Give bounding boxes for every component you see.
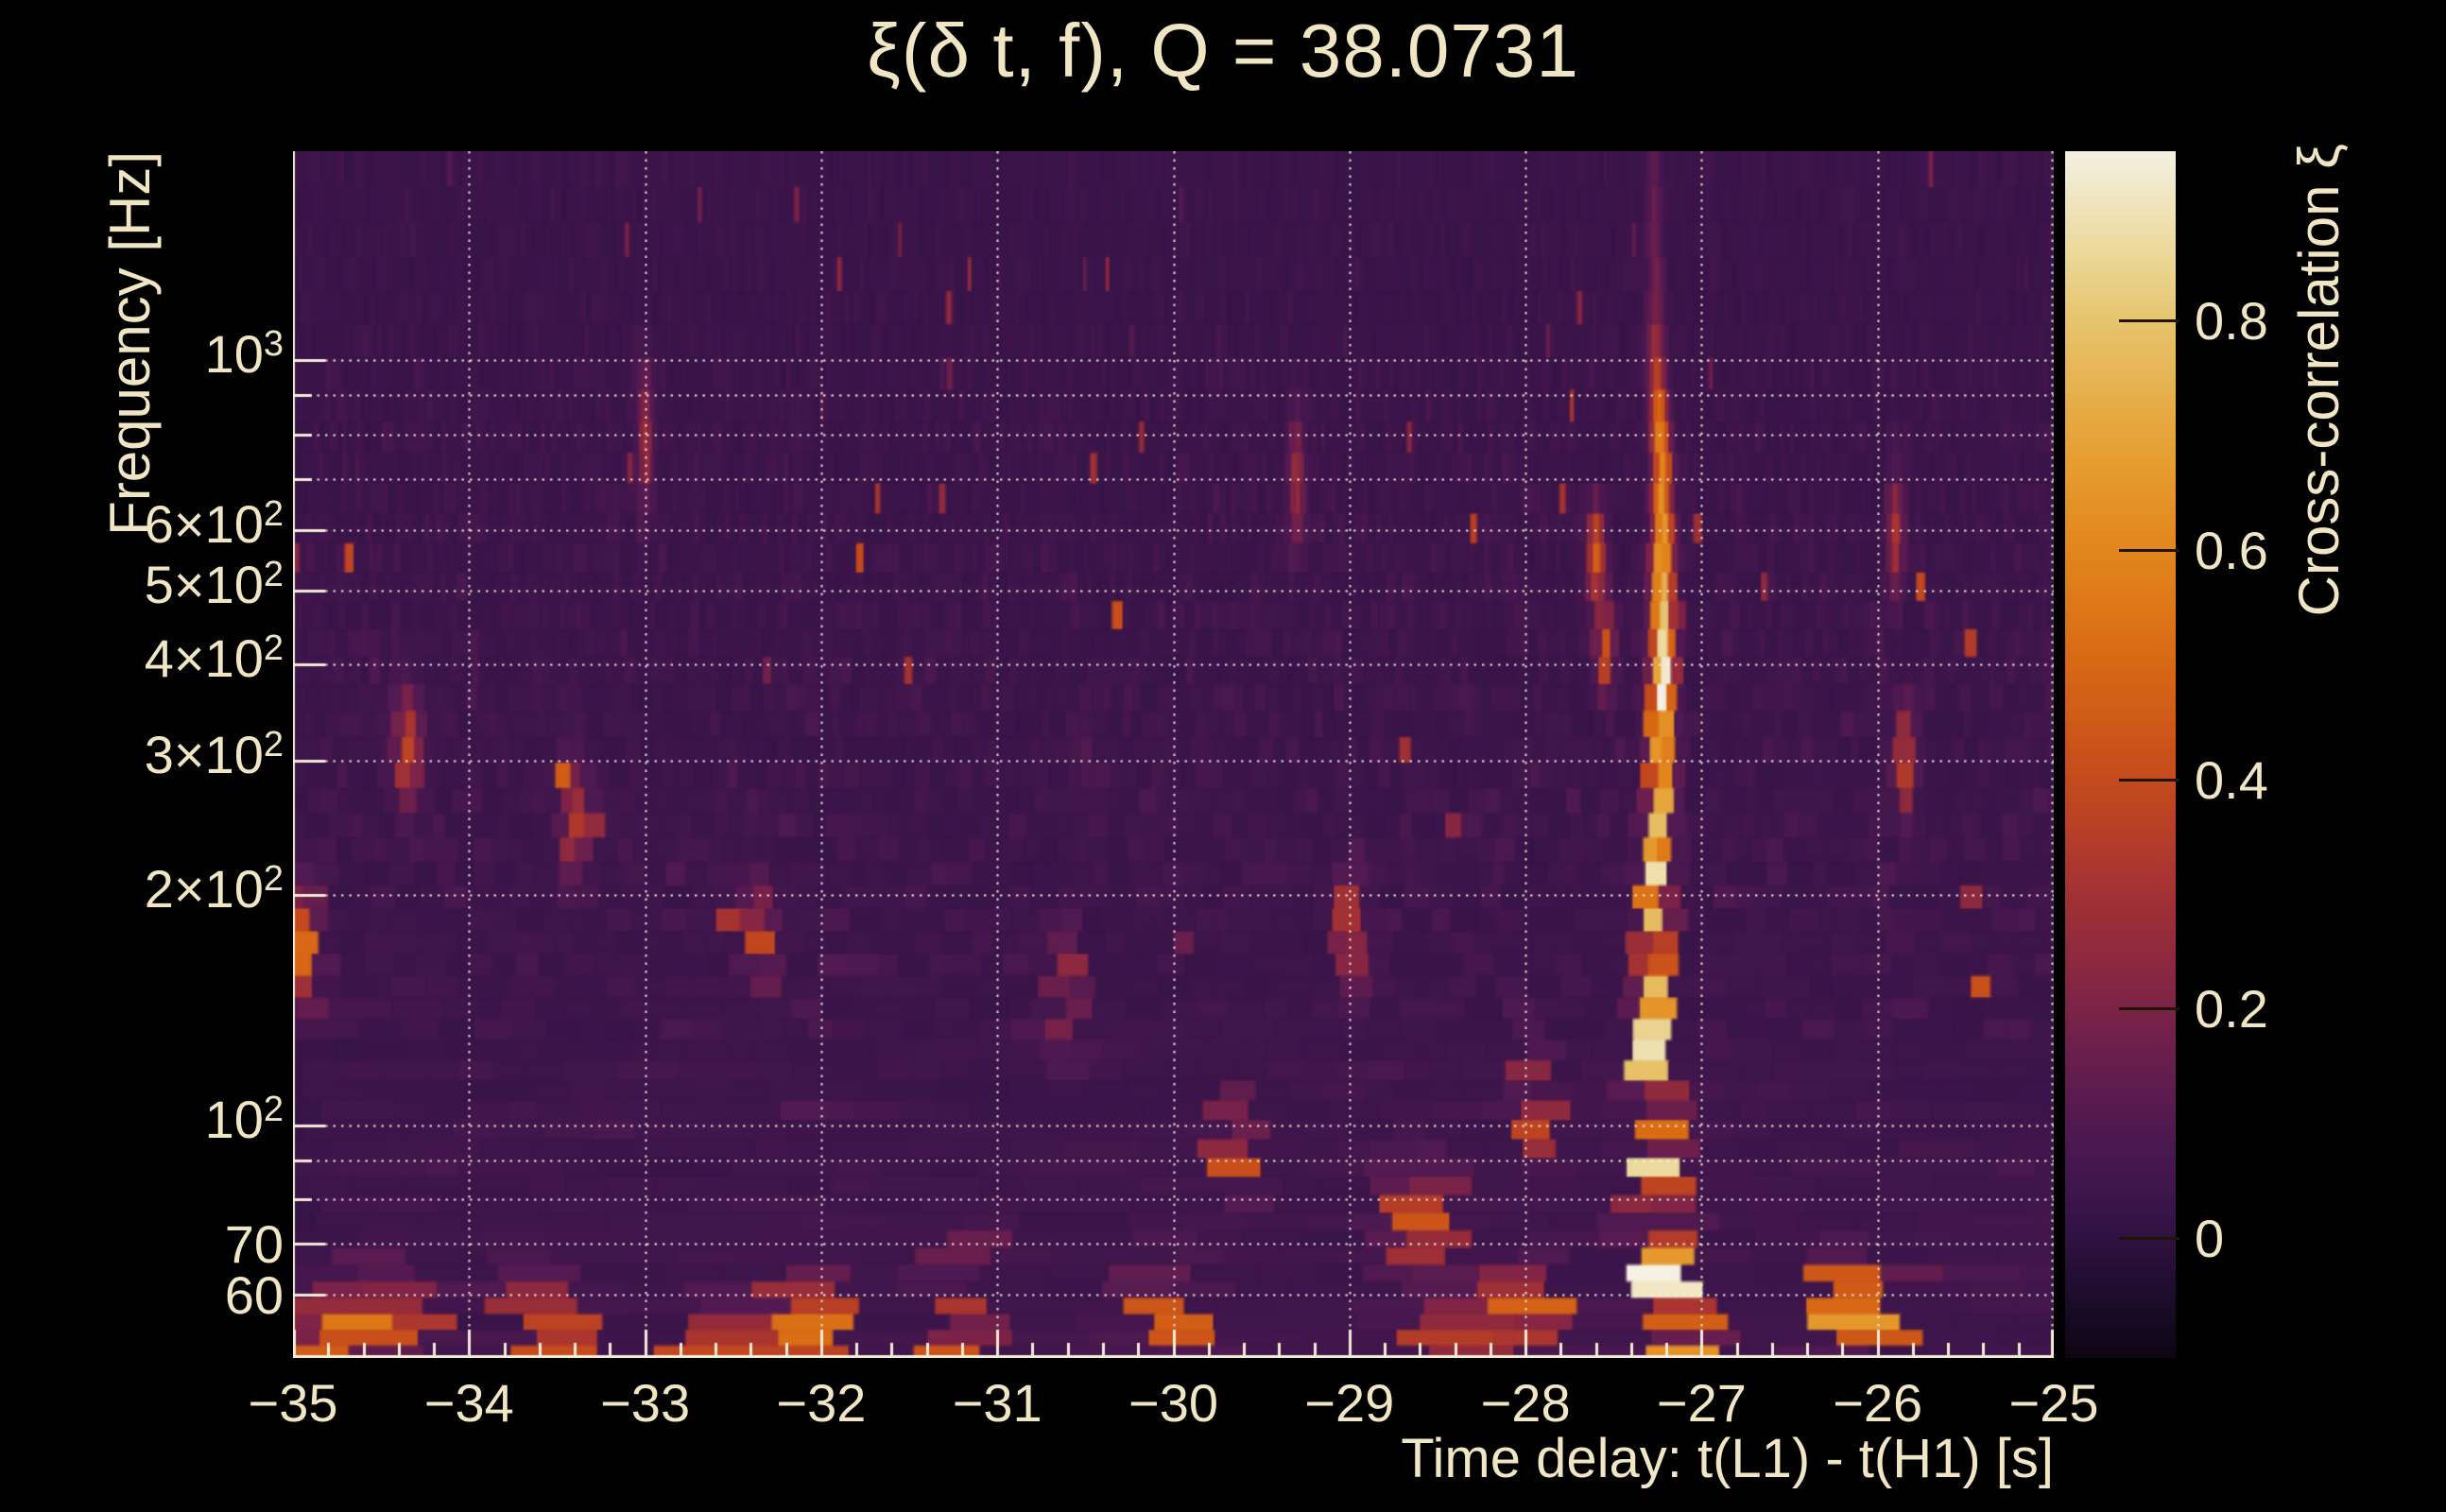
colorbar-tick-label: 0.2 [2195, 983, 2268, 1036]
y-tick-label: 6×102 [0, 496, 284, 551]
y-tick-label: 102 [0, 1091, 284, 1146]
chart-title: ξ(δ t, f), Q = 38.0731 [0, 8, 2446, 94]
colorbar-tick-label: 0.4 [2195, 754, 2268, 807]
colorbar-title: Cross-correlation ξ [2291, 144, 2348, 616]
y-tick-label: 4×102 [0, 630, 284, 685]
colorbar-tick [2119, 779, 2179, 782]
colorbar-tick [2119, 549, 2179, 552]
y-tick-label: 103 [0, 326, 284, 381]
colorbar-gradient [2065, 151, 2176, 1358]
colorbar-tick [2119, 319, 2179, 322]
y-tick-label: 5×102 [0, 557, 284, 611]
y-tick-label: 3×102 [0, 727, 284, 782]
figure: ξ(δ t, f), Q = 38.0731 Frequency [Hz] 10… [0, 0, 2446, 1512]
colorbar-tick-label: 0.8 [2195, 295, 2268, 348]
x-axis-title: Time delay: t(L1) - t(H1) [s] [0, 1432, 2054, 1486]
x-tick-label: −25 [1950, 1377, 2158, 1430]
colorbar-tick-label: 0 [2195, 1212, 2224, 1265]
spectrogram-heatmap [293, 151, 2054, 1358]
y-tick-label: 60 [0, 1269, 284, 1322]
colorbar-tick-label: 0.6 [2195, 524, 2268, 577]
y-tick-label: 70 [0, 1218, 284, 1271]
colorbar-tick [2119, 1007, 2179, 1010]
y-tick-label: 2×102 [0, 861, 284, 916]
colorbar-tick [2119, 1237, 2179, 1240]
